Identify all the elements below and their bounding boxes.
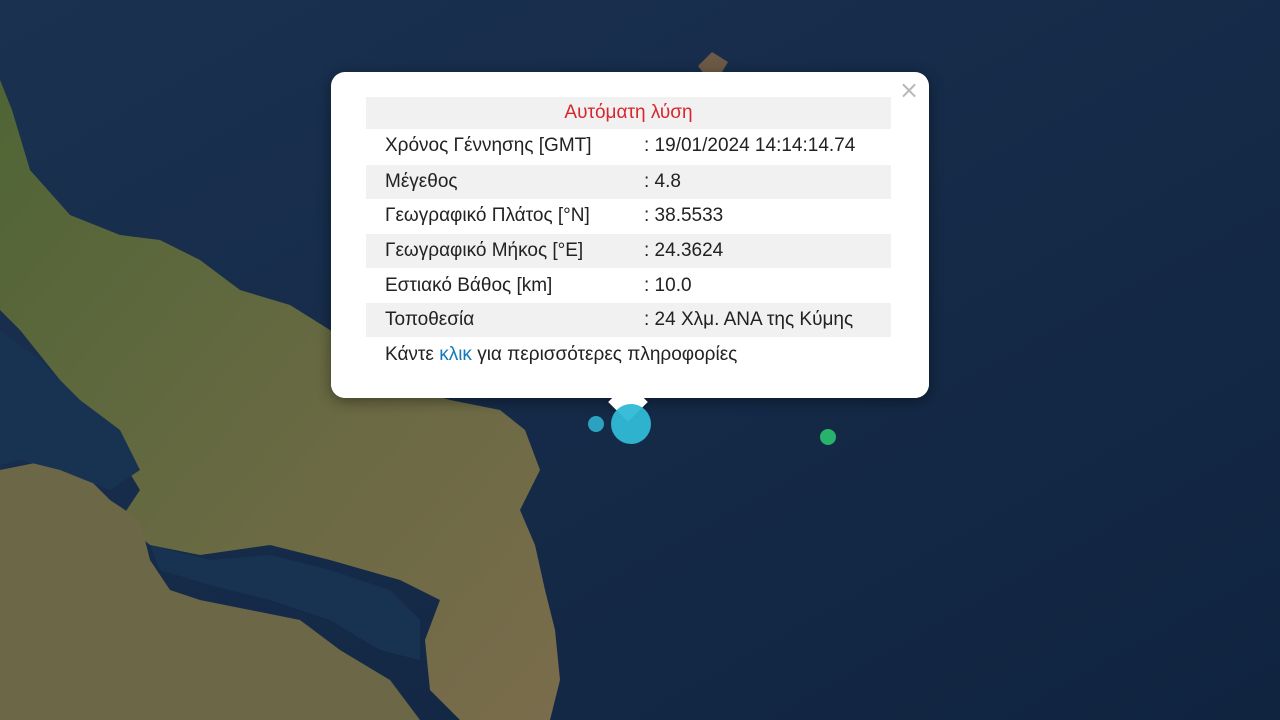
info-row: Εστιακό Βάθος [km] : 10.0 <box>366 269 891 303</box>
row-label: Τοποθεσία <box>385 309 475 330</box>
row-label: Χρόνος Γέννησης [GMT] <box>385 135 592 156</box>
row-label: Εστιακό Βάθος [km] <box>385 275 553 296</box>
info-row: Χρόνος Γέννησης [GMT] : 19/01/2024 14:14… <box>366 129 891 163</box>
more-info-link[interactable]: κλικ <box>439 344 472 365</box>
popup-title: Αυτόματη λύση <box>366 97 891 129</box>
row-label: Γεωγραφικό Μήκος [°E] <box>385 240 584 261</box>
more-suffix: για περισσότερες πληροφορίες <box>471 344 738 365</box>
info-row: Γεωγραφικό Πλάτος [°N] : 38.5533 <box>366 199 891 233</box>
row-value: : 19/01/2024 14:14:14.74 <box>644 135 856 156</box>
info-row: Μέγεθος : 4.8 <box>366 165 891 199</box>
more-prefix: Κάντε <box>385 344 440 365</box>
close-icon[interactable]: × <box>897 78 921 102</box>
earthquake-marker-green[interactable] <box>820 429 836 445</box>
info-row: Γεωγραφικό Μήκος [°E] : 24.3624 <box>366 234 891 268</box>
row-label: Μέγεθος <box>385 171 458 192</box>
row-value: : 10.0 <box>644 275 692 296</box>
earthquake-marker-small[interactable] <box>588 416 604 432</box>
earthquake-marker-main[interactable] <box>611 404 651 444</box>
row-value: : 4.8 <box>644 171 681 192</box>
row-label: Γεωγραφικό Πλάτος [°N] <box>385 205 590 226</box>
row-value: : 24.3624 <box>644 240 724 261</box>
row-value: : 24 Χλμ. ΑΝΑ της Κύμης <box>644 309 854 330</box>
row-value: : 38.5533 <box>644 205 724 226</box>
more-info-text: Κάντε κλικ για περισσότερες πληροφορίες <box>385 338 737 372</box>
info-row: Τοποθεσία : 24 Χλμ. ΑΝΑ της Κύμης <box>366 303 891 337</box>
